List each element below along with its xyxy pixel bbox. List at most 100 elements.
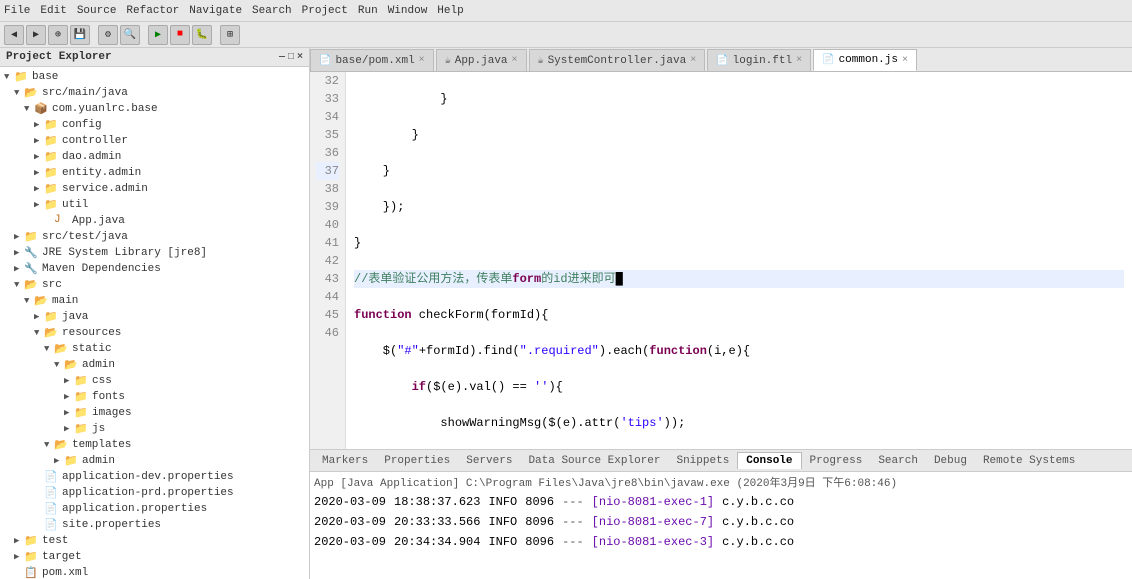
tree-item-images[interactable]: ▶ 📁 images [0,405,309,421]
log-class-2: c.y.b.c.co [722,512,794,532]
tree-item-java2[interactable]: ▶ 📁 java [0,309,309,325]
tab-close-common[interactable]: × [902,55,908,66]
tree-item-app-props[interactable]: 📄 application.properties [0,501,309,517]
log-date-2: 2020-03-09 [314,512,386,532]
toolbar-btn-debug[interactable]: 🐛 [192,25,212,45]
tab-markers[interactable]: Markers [314,453,376,469]
tree-item-src-test-java[interactable]: ▶ 📁 src/test/java [0,229,309,245]
menu-file[interactable]: File [4,5,30,17]
toolbar-btn-4[interactable]: 💾 [70,25,90,45]
tree-item-src-main-java[interactable]: ▼ 📂 src/main/java [0,85,309,101]
tree-item-entity-admin[interactable]: ▶ 📁 entity.admin [0,165,309,181]
menu-project[interactable]: Project [302,5,348,17]
tree-item-templates[interactable]: ▼ 📂 templates [0,437,309,453]
tab-console[interactable]: Console [737,452,801,469]
console-log-line-2: 2020-03-09 20:33:33.566 INFO 8096 --- [n… [314,512,1128,532]
log-port-1: 8096 [525,492,554,512]
log-port-2: 8096 [525,512,554,532]
menu-search[interactable]: Search [252,5,292,17]
toolbar-btn-stop[interactable]: ■ [170,25,190,45]
tree-item-util[interactable]: ▶ 📁 util [0,197,309,213]
log-thread-1: [nio-8081-exec-1] [592,492,714,512]
tree-item-config[interactable]: ▶ 📁 config [0,117,309,133]
log-class-3: c.y.b.c.co [722,532,794,552]
tree-item-main[interactable]: ▼ 📂 main [0,293,309,309]
tree-item-target[interactable]: ▶ 📁 target [0,549,309,565]
tree-item-js[interactable]: ▶ 📁 js [0,421,309,437]
code-content[interactable]: } } } }); } //表单验证公用方法，传表单form的id进来即可█ f… [346,72,1132,449]
props-icon: 📄 [44,486,60,500]
tab-servers[interactable]: Servers [458,453,520,469]
menu-bar: File Edit Source Refactor Navigate Searc… [0,0,1132,22]
tree-item-com-yuanlrc[interactable]: ▼ 📦 com.yuanlrc.base [0,101,309,117]
menu-edit[interactable]: Edit [40,5,66,17]
tree-item-src[interactable]: ▼ 📂 src [0,277,309,293]
editor-area: 📄 base/pom.xml × ☕ App.java × ☕ SystemCo… [310,48,1132,579]
toolbar-btn-run[interactable]: ▶ [148,25,168,45]
tab-close-app[interactable]: × [512,55,518,66]
panel-minimize[interactable]: — [279,52,285,63]
tree-item-resources[interactable]: ▼ 📂 resources [0,325,309,341]
tree-item-app-dev[interactable]: 📄 application-dev.properties [0,469,309,485]
tree-item-dao-admin[interactable]: ▶ 📁 dao.admin [0,149,309,165]
panel-maximize[interactable]: □ [288,52,294,63]
toolbar-btn-6[interactable]: 🔍 [120,25,140,45]
tab-login-ftl[interactable]: 📄 login.ftl × [707,49,811,71]
tab-remote[interactable]: Remote Systems [975,453,1083,469]
tree-container[interactable]: ▼ 📁 base ▼ 📂 src/main/java ▼ 📦 com.yuanl… [0,67,309,579]
tree-item-service-admin[interactable]: ▶ 📁 service.admin [0,181,309,197]
console-app-line: App [Java Application] C:\Program Files\… [314,474,1128,490]
tree-item-app-prd[interactable]: 📄 application-prd.properties [0,485,309,501]
tab-close-sysctrl[interactable]: × [690,55,696,66]
folder-icon: 📁 [24,534,40,548]
tree-label: target [42,551,82,563]
menu-refactor[interactable]: Refactor [126,5,179,17]
tree-item-pom[interactable]: 📋 pom.xml [0,565,309,579]
panel-close[interactable]: × [297,52,303,63]
tab-close-pom[interactable]: × [419,55,425,66]
tree-item-base[interactable]: ▼ 📁 base [0,69,309,85]
tree-item-jre[interactable]: ▶ 🔧 JRE System Library [jre8] [0,245,309,261]
menu-run[interactable]: Run [358,5,378,17]
tree-item-controller[interactable]: ▶ 📁 controller [0,133,309,149]
tree-item-test[interactable]: ▶ 📁 test [0,533,309,549]
tab-common-js[interactable]: 📄 common.js × [813,49,917,71]
tree-arrow: ▶ [34,168,44,178]
tree-item-static[interactable]: ▼ 📂 static [0,341,309,357]
line-numbers: 32 33 34 35 36 37 38 39 40 41 42 43 44 4… [310,72,346,449]
tab-snippets[interactable]: Snippets [668,453,737,469]
tree-item-site-props[interactable]: 📄 site.properties [0,517,309,533]
tree-item-maven[interactable]: ▶ 🔧 Maven Dependencies [0,261,309,277]
tree-item-admin[interactable]: ▼ 📂 admin [0,357,309,373]
menu-help[interactable]: Help [437,5,463,17]
menu-source[interactable]: Source [77,5,117,17]
toolbar-btn-2[interactable]: ▶ [26,25,46,45]
tab-progress[interactable]: Progress [802,453,871,469]
folder-icon: 📂 [54,342,70,356]
toolbar-btn-3[interactable]: ⊕ [48,25,68,45]
tab-search[interactable]: Search [870,453,926,469]
tree-item-fonts[interactable]: ▶ 📁 fonts [0,389,309,405]
toolbar-btn-perspective[interactable]: ⊞ [220,25,240,45]
tree-item-admin2[interactable]: ▶ 📁 admin [0,453,309,469]
tab-datasource[interactable]: Data Source Explorer [520,453,668,469]
tab-debug[interactable]: Debug [926,453,975,469]
menu-window[interactable]: Window [388,5,428,17]
log-level-1: INFO [488,492,517,512]
tab-pom-xml[interactable]: 📄 base/pom.xml × [310,49,434,71]
code-editor[interactable]: 32 33 34 35 36 37 38 39 40 41 42 43 44 4… [310,72,1132,449]
tab-properties[interactable]: Properties [376,453,458,469]
tabs-bar: 📄 base/pom.xml × ☕ App.java × ☕ SystemCo… [310,48,1132,72]
tab-label: login.ftl [733,55,792,67]
console-content: App [Java Application] C:\Program Files\… [310,472,1132,579]
toolbar-btn-1[interactable]: ◀ [4,25,24,45]
package-icon: 📦 [34,102,50,116]
tab-system-ctrl[interactable]: ☕ SystemController.java × [529,49,706,71]
tree-arrow: ▶ [34,184,44,194]
tab-app-java[interactable]: ☕ App.java × [436,49,527,71]
tab-close-login[interactable]: × [796,55,802,66]
tree-item-app-java[interactable]: J App.java [0,213,309,229]
tree-item-css[interactable]: ▶ 📁 css [0,373,309,389]
toolbar-btn-5[interactable]: ⚙ [98,25,118,45]
menu-navigate[interactable]: Navigate [189,5,242,17]
